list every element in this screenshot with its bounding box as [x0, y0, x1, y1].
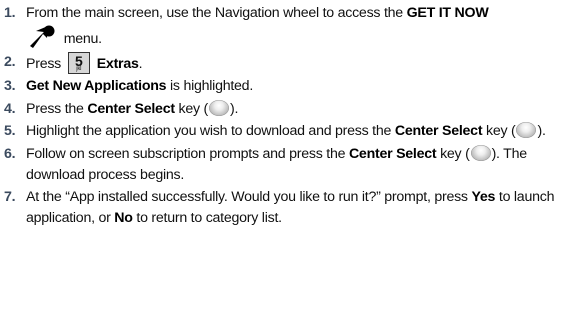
step-text: From the main screen, use the Navigation…	[26, 5, 407, 21]
key-5-icon: 5 jkl	[67, 51, 90, 74]
step-7: 7. At the “App installed successfully. W…	[0, 187, 585, 229]
step-number: 6.	[4, 145, 16, 162]
menu-name: Get New Applications	[26, 78, 167, 94]
step-number: 4.	[4, 100, 16, 117]
menu-name: Extras	[96, 55, 139, 72]
center-select-key-icon	[209, 99, 229, 116]
step-4: 4. Press the Center Select key ().	[0, 99, 585, 120]
get-it-now-icon	[30, 25, 55, 48]
step-text: key (	[482, 123, 516, 139]
key-name: Center Select	[348, 145, 437, 162]
step-text: Highlight the application you wish to do…	[26, 123, 395, 139]
step-text: Press	[26, 55, 65, 72]
key-name: Center Select	[87, 100, 175, 117]
instruction-list: 1. From the main screen, use the Navigat…	[0, 3, 585, 229]
center-select-key-icon	[516, 122, 537, 138]
option-yes: Yes	[471, 189, 496, 205]
step-number: 1.	[4, 5, 16, 21]
step-text: key (	[436, 145, 470, 162]
step-number: 5.	[4, 123, 16, 139]
step-text: ).	[537, 123, 546, 139]
step-number: 7.	[4, 189, 16, 205]
step-text: Press the	[26, 100, 88, 117]
step-text: .	[138, 55, 143, 72]
step-text: menu.	[60, 31, 102, 47]
step-text: Follow on screen subscription prompts an…	[26, 145, 349, 162]
center-select-key-icon	[470, 144, 491, 161]
step-text: ).	[230, 100, 239, 117]
step-1: 1. From the main screen, use the Navigat…	[0, 3, 585, 50]
step-3: 3. Get New Applications is highlighted.	[0, 76, 585, 97]
step-2: 2. Press 5 jkl Extras.	[0, 51, 585, 75]
step-text: is highlighted.	[166, 78, 254, 94]
step-number: 2.	[4, 53, 16, 70]
step-number: 3.	[4, 78, 16, 94]
step-text: to return to category list.	[132, 210, 282, 226]
option-no: No	[114, 210, 133, 226]
step-6: 6. Follow on screen subscription prompts…	[0, 144, 585, 186]
step-text: At the “App installed successfully. Woul…	[26, 189, 472, 205]
key-name: Center Select	[394, 123, 483, 139]
step-text: key (	[174, 100, 209, 117]
step-5: 5. Highlight the application you wish to…	[0, 121, 585, 142]
menu-name: GET IT NOW	[406, 5, 489, 21]
